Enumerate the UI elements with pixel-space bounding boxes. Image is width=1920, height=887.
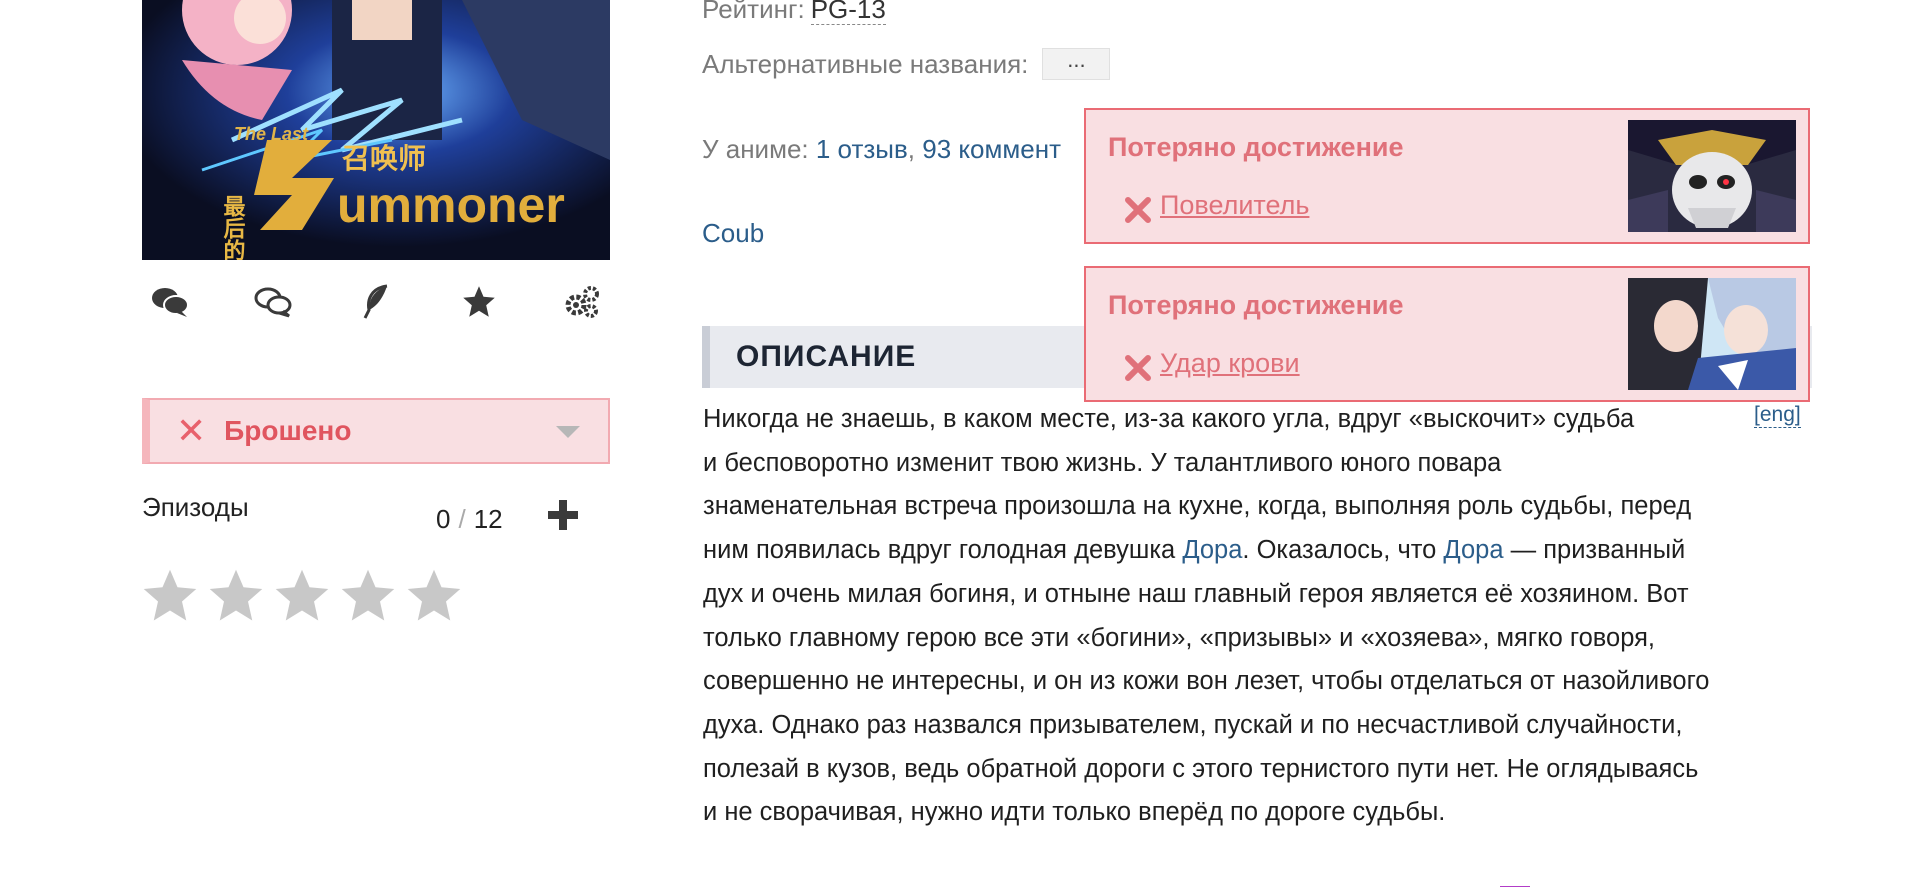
achievement-title: Потеряно достижение: [1108, 290, 1404, 320]
coub-link[interactable]: Coub: [702, 218, 764, 249]
episodes-watched: 0: [436, 504, 451, 534]
episodes-separator: /: [458, 504, 466, 534]
description-line: только главному герою все эти «богини», …: [703, 623, 1656, 652]
episodes-counter[interactable]: 0/12: [436, 504, 503, 535]
description-heading-text: ОПИСАНИЕ: [736, 340, 917, 373]
episodes-label: Эпизоды: [142, 492, 249, 522]
anime-stats-row: У аниме: 1 отзыв, 93 коммент: [702, 134, 1061, 165]
alt-names-label: Альтернативные названия:: [702, 48, 1029, 79]
rating-value[interactable]: PG-13: [810, 0, 886, 25]
rating-star-icon[interactable]: [338, 566, 398, 626]
rating-star-icon[interactable]: [206, 566, 266, 626]
rating-star-icon[interactable]: [404, 566, 464, 626]
comma: ,: [907, 134, 916, 164]
achievement-thumbnail: [1628, 120, 1796, 232]
bottom-strip: [1390, 880, 1790, 887]
close-x-icon: [1125, 197, 1151, 223]
achievement-name[interactable]: Удар крови: [1160, 348, 1300, 379]
rating-star-icon[interactable]: [140, 566, 200, 626]
description-line: полезай в кузов, ведь обратной дороги с …: [703, 754, 1699, 783]
description-fragment: ним появилась вдруг голодная девушка: [703, 536, 1183, 565]
reviews-link[interactable]: 1 отзыв: [816, 134, 908, 164]
achievement-thumbnail: [1628, 278, 1796, 390]
anime-poster[interactable]: The Last 最后的 召唤师 ummoner: [142, 0, 610, 260]
user-status-label: Брошено: [224, 415, 352, 446]
star-icon[interactable]: [459, 282, 499, 322]
close-x-icon: ✕: [176, 410, 207, 451]
character-link[interactable]: Дора: [1182, 536, 1242, 564]
description-line: и бесповоротно изменит твою жизнь. У тал…: [703, 448, 1502, 477]
close-x-icon: [1125, 355, 1151, 381]
rating-star-icon[interactable]: [272, 566, 332, 626]
description-line: духа. Однако раз назвался призывателем, …: [703, 710, 1683, 739]
achievement-row: Удар крови: [1124, 344, 1300, 382]
achievement-title: Потеряно достижение: [1108, 132, 1404, 162]
character-link[interactable]: Дора: [1443, 536, 1503, 564]
achievement-name[interactable]: Повелитель: [1160, 190, 1309, 221]
feather-icon[interactable]: [356, 282, 396, 322]
comments-filled-icon[interactable]: [150, 282, 190, 322]
user-status-dropdown[interactable]: ✕ Брошено: [142, 398, 610, 464]
episodes-total: 12: [473, 504, 503, 534]
achievement-popup[interactable]: Потеряно достижение Удар крови: [1084, 266, 1810, 402]
comments-outline-icon[interactable]: [253, 282, 293, 322]
rating-row: Рейтинг: PG-13: [702, 0, 886, 25]
gears-icon[interactable]: [562, 282, 602, 322]
caret-down-icon: [556, 426, 580, 438]
alt-names-button[interactable]: ...: [1042, 48, 1111, 80]
description-line: ним появилась вдруг голодная девушка Дор…: [703, 529, 1813, 573]
achievement-popup[interactable]: Потеряно достижение Повелитель: [1084, 108, 1810, 244]
anime-page: The Last 最后的 召唤师 ummoner ✕ Брошено Эпизо…: [0, 0, 1920, 887]
poster-art: The Last 最后的 召唤师 ummoner: [142, 0, 610, 260]
description-fragment: — призванный: [1503, 536, 1686, 565]
anime-label: У аниме:: [702, 134, 809, 164]
rating-label: Рейтинг:: [702, 0, 805, 24]
poster-logo-main: ummoner: [337, 177, 565, 233]
description-fragment: . Оказалось, что: [1242, 536, 1444, 565]
poster-logo-cn-left: 最后的: [220, 195, 246, 260]
plus-icon[interactable]: [546, 498, 580, 532]
description-line: совершенно не интересны, и он из кожи во…: [703, 667, 1710, 696]
alt-names-row: Альтернативные названия: ...: [702, 48, 1111, 80]
action-bar: [142, 280, 610, 324]
poster-logo-cn-right: 召唤师: [342, 142, 426, 175]
rating-stars: [140, 566, 464, 626]
description-line: знаменательная встреча произошла на кухн…: [703, 492, 1692, 521]
description-line: и не сворачивая, нужно идти только вперё…: [703, 798, 1446, 827]
comments-link[interactable]: 93 коммент: [922, 134, 1061, 164]
description-text: Никогда не знаешь, в каком месте, из-за …: [703, 398, 1813, 835]
description-line: дух и очень милая богиня, и отныне наш г…: [703, 579, 1689, 608]
description-line: Никогда не знаешь, в каком месте, из-за …: [703, 405, 1635, 433]
achievement-row: Повелитель: [1124, 186, 1309, 224]
